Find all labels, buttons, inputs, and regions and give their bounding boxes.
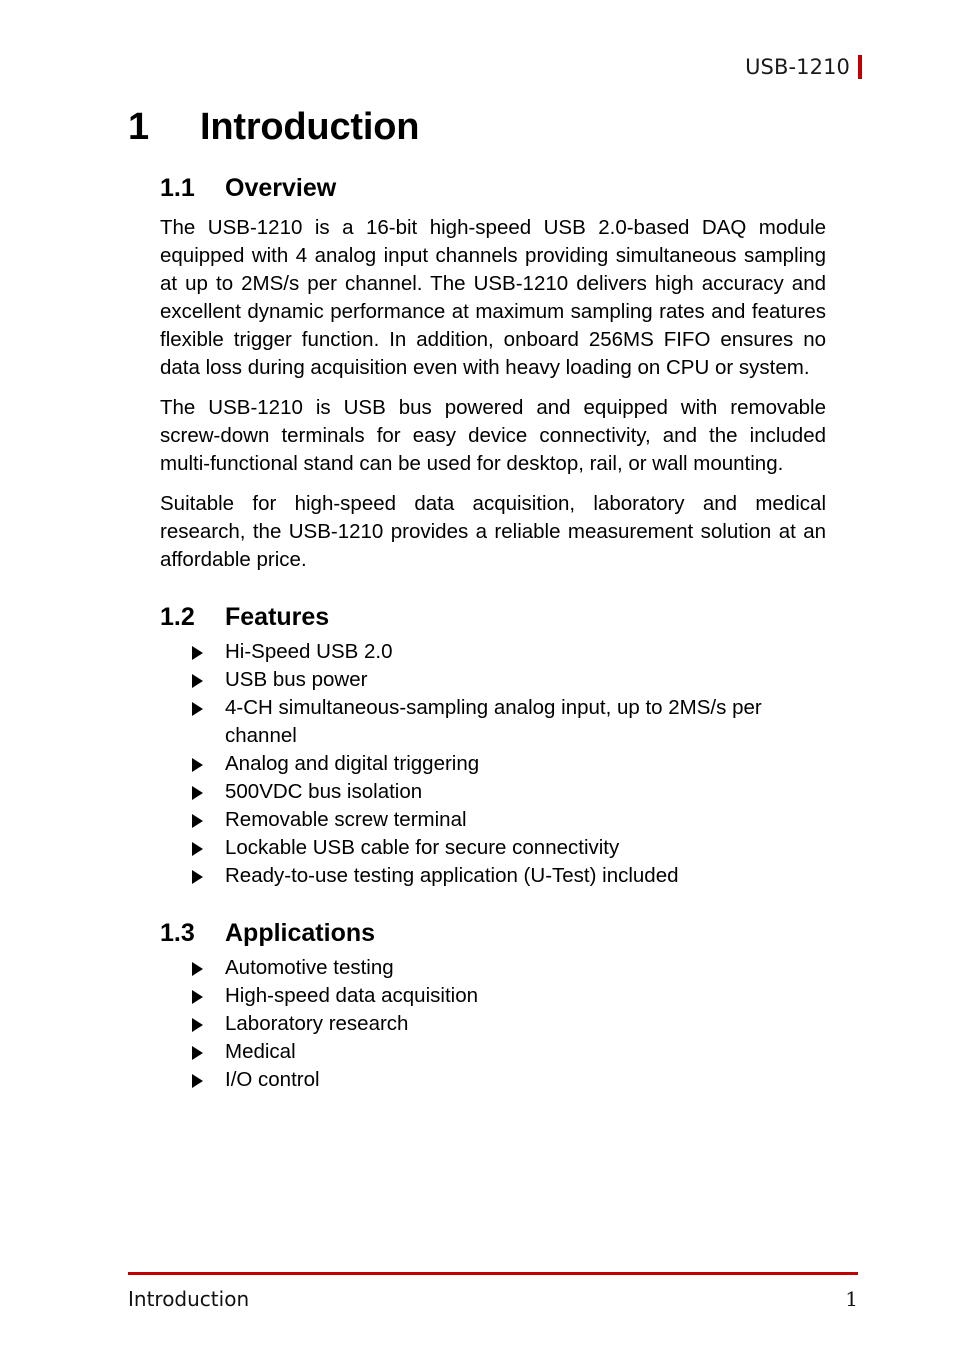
document-page: USB-1210 1 Introduction 1.1 Overview The… — [0, 0, 954, 1352]
footer-chapter-label: Introduction — [128, 1287, 250, 1311]
list-item: Automotive testing — [192, 954, 826, 982]
footer-row: Introduction 1 — [128, 1286, 858, 1312]
section-number-applications: 1.3 — [160, 919, 195, 947]
section-number-overview: 1.1 — [160, 174, 195, 202]
list-item: Hi-Speed USB 2.0 — [192, 638, 826, 666]
list-item: I/O control — [192, 1066, 826, 1094]
chapter-heading: 1 Introduction — [128, 104, 826, 150]
list-item: Lockable USB cable for secure connectivi… — [192, 834, 826, 862]
footer-divider — [128, 1272, 858, 1275]
list-item: Laboratory research — [192, 1010, 826, 1038]
section-number-features: 1.2 — [160, 603, 195, 631]
list-item-label: Lockable USB cable for secure connectivi… — [225, 836, 620, 859]
section-title-overview: Overview — [225, 174, 337, 202]
list-item: Ready-to-use testing application (U-Test… — [192, 862, 826, 890]
bullet-triangle-icon — [192, 1074, 203, 1088]
list-item-label: USB bus power — [225, 668, 368, 691]
footer-page-number: 1 — [845, 1287, 858, 1311]
bullet-triangle-icon — [192, 702, 203, 716]
bullet-triangle-icon — [192, 842, 203, 856]
section-title-features: Features — [225, 603, 330, 631]
bullet-triangle-icon — [192, 786, 203, 800]
list-item-label: Hi-Speed USB 2.0 — [225, 640, 393, 663]
bullet-triangle-icon — [192, 674, 203, 688]
overview-paragraph-1: The USB-1210 is a 16-bit high-speed USB … — [160, 216, 826, 379]
list-item-label: 500VDC bus isolation — [225, 780, 423, 803]
list-item: Medical — [192, 1038, 826, 1066]
page-content: 1 Introduction 1.1 Overview The USB-1210… — [128, 104, 826, 1094]
list-item: 500VDC bus isolation — [192, 778, 826, 806]
page-header: USB-1210 — [0, 54, 954, 88]
list-item-label: Laboratory research — [225, 1012, 409, 1035]
section-heading-features: 1.2 Features — [128, 602, 826, 632]
list-item-label: Removable screw terminal — [225, 808, 467, 831]
overview-paragraph-3: Suitable for high-speed data acquisition… — [160, 492, 826, 571]
list-item-label: Analog and digital triggering — [225, 752, 480, 775]
list-item: Removable screw terminal — [192, 806, 826, 834]
list-item: USB bus power — [192, 666, 826, 694]
list-item-label: Automotive testing — [225, 956, 394, 979]
overview-paragraph-2: The USB-1210 is USB bus powered and equi… — [160, 396, 826, 475]
page-footer: Introduction 1 — [128, 1272, 858, 1312]
list-item-label: Ready-to-use testing application (U-Test… — [225, 864, 679, 887]
list-item: Analog and digital triggering — [192, 750, 826, 778]
bullet-triangle-icon — [192, 758, 203, 772]
header-accent-bar — [858, 55, 862, 79]
bullet-triangle-icon — [192, 962, 203, 976]
list-item-label: I/O control — [225, 1068, 320, 1091]
list-item-label: Medical — [225, 1040, 296, 1063]
bullet-triangle-icon — [192, 646, 203, 660]
section-heading-overview: 1.1 Overview — [128, 173, 826, 203]
features-list: Hi-Speed USB 2.0 USB bus power 4-CH simu… — [128, 638, 826, 890]
bullet-triangle-icon — [192, 1018, 203, 1032]
chapter-number: 1 — [128, 106, 149, 148]
applications-list: Automotive testing High-speed data acqui… — [128, 954, 826, 1094]
bullet-triangle-icon — [192, 870, 203, 884]
list-item-label: 4-CH simultaneous-sampling analog input,… — [225, 696, 762, 747]
list-item-label: High-speed data acquisition — [225, 984, 478, 1007]
list-item: 4-CH simultaneous-sampling analog input,… — [192, 694, 826, 750]
bullet-triangle-icon — [192, 814, 203, 828]
header-document-title: USB-1210 — [745, 55, 850, 79]
chapter-title-text: Introduction — [200, 106, 420, 148]
section-heading-applications: 1.3 Applications — [128, 918, 826, 948]
bullet-triangle-icon — [192, 990, 203, 1004]
list-item: High-speed data acquisition — [192, 982, 826, 1010]
bullet-triangle-icon — [192, 1046, 203, 1060]
section-title-applications: Applications — [225, 919, 376, 947]
